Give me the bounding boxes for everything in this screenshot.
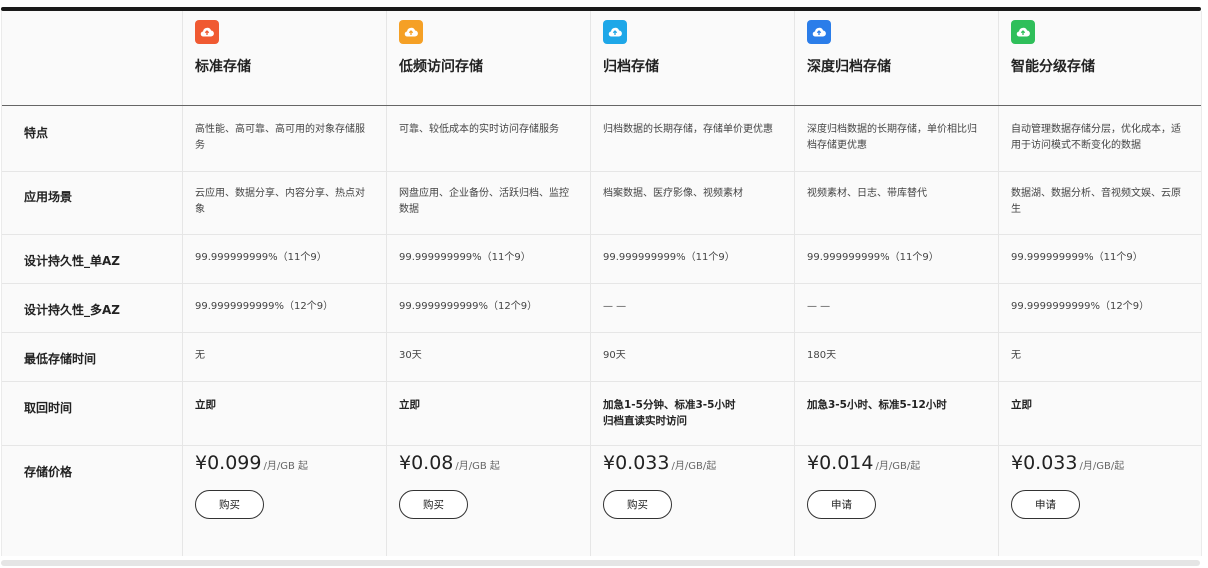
row-divider: [2, 234, 1201, 235]
cell-scenario: 档案数据、医疗影像、视频素材: [603, 188, 743, 199]
cell-scenario: 数据湖、数据分析、音视频文娱、云原生: [1011, 188, 1181, 215]
price-unit: /月/GB/起: [1079, 461, 1125, 472]
cell-durability-single: 99.999999999%（11个9）: [603, 252, 735, 263]
cell-durability-single: 99.999999999%（11个9）: [195, 252, 327, 263]
price-amount: ¥0.08: [399, 452, 454, 474]
cell-retrieval: 立即: [195, 399, 216, 411]
cell-durability-multi: 99.9999999999%（12个9）: [1011, 301, 1150, 312]
row-label-retrieval: 取回时间: [24, 401, 73, 415]
product-header-standard: 标准存储: [195, 20, 251, 76]
price-unit: /月/GB/起: [875, 461, 921, 472]
cell-min-time: 无: [1011, 350, 1021, 361]
price: ¥0.033/月/GB/起: [603, 452, 716, 474]
cell-durability-multi: — —: [603, 301, 627, 312]
cell-feature: 自动管理数据存储分层，优化成本，适用于访问模式不断变化的数据: [1011, 124, 1181, 151]
product-header-archive: 归档存储: [603, 20, 659, 76]
price: ¥0.099/月/GB 起: [195, 452, 308, 474]
cell-min-time: 180天: [807, 350, 837, 361]
cell-retrieval: 加急3-5小时、标准5-12小时: [807, 399, 947, 411]
price-amount: ¥0.099: [195, 452, 262, 474]
cloud-upload-icon: [807, 20, 831, 44]
row-divider: [2, 381, 1201, 382]
row-divider: [2, 332, 1201, 333]
cell-durability-multi: — —: [807, 301, 831, 312]
product-name: 归档存储: [603, 59, 659, 75]
price-unit: /月/GB 起: [263, 461, 309, 472]
cell-feature: 归档数据的长期存储，存储单价更优惠: [603, 124, 773, 135]
row-divider: [2, 283, 1201, 284]
price: ¥0.033/月/GB/起: [1011, 452, 1124, 474]
buy-button[interactable]: 购买: [399, 490, 468, 519]
cell-durability-single: 99.999999999%（11个9）: [807, 252, 939, 263]
row-label-min-time: 最低存储时间: [24, 352, 97, 366]
storage-comparison-table: [1, 11, 1202, 556]
price-amount: ¥0.033: [603, 452, 670, 474]
product-header-infrequent: 低频访问存储: [399, 20, 483, 76]
cell-durability-multi: 99.9999999999%（12个9）: [195, 301, 334, 312]
horizontal-scrollbar[interactable]: [1, 560, 1200, 566]
apply-button[interactable]: 申请: [1011, 490, 1080, 519]
cell-feature: 可靠、较低成本的实时访问存储服务: [399, 124, 559, 135]
apply-button[interactable]: 申请: [807, 490, 876, 519]
cloud-upload-icon: [399, 20, 423, 44]
row-label-scenario: 应用场景: [24, 190, 73, 204]
row-divider: [2, 445, 1201, 446]
product-header-intelligent: 智能分级存储: [1011, 20, 1095, 76]
price-amount: ¥0.033: [1011, 452, 1078, 474]
product-header-deep-archive: 深度归档存储: [807, 20, 891, 76]
cell-scenario: 视频素材、日志、带库替代: [807, 188, 927, 199]
row-divider: [2, 171, 1201, 172]
cell-durability-single: 99.999999999%（11个9）: [1011, 252, 1143, 263]
cell-durability-multi: 99.9999999999%（12个9）: [399, 301, 538, 312]
cell-retrieval: 立即: [1011, 399, 1032, 411]
cloud-upload-icon: [1011, 20, 1035, 44]
cell-retrieval: 立即: [399, 399, 420, 411]
header-divider: [2, 105, 1201, 106]
cell-feature: 高性能、高可靠、高可用的对象存储服务: [195, 124, 365, 151]
cell-min-time: 30天: [399, 350, 422, 361]
cell-durability-single: 99.999999999%（11个9）: [399, 252, 531, 263]
cloud-upload-icon: [195, 20, 219, 44]
price: ¥0.08/月/GB 起: [399, 452, 500, 474]
price-unit: /月/GB 起: [455, 461, 500, 472]
cell-retrieval: 加急1-5分钟、标准3-5小时 归档直读实时访问: [603, 399, 736, 427]
buy-button[interactable]: 购买: [195, 490, 264, 519]
price-unit: /月/GB/起: [671, 461, 717, 472]
product-name: 低频访问存储: [399, 59, 483, 75]
cell-min-time: 无: [195, 350, 205, 361]
buy-button[interactable]: 购买: [603, 490, 672, 519]
row-label-feature: 特点: [24, 126, 49, 140]
cell-scenario: 云应用、数据分享、内容分享、热点对象: [195, 188, 365, 215]
cell-scenario: 网盘应用、企业备份、活跃归档、监控数据: [399, 188, 569, 215]
product-name: 智能分级存储: [1011, 59, 1095, 75]
product-name: 深度归档存储: [807, 59, 891, 75]
product-name: 标准存储: [195, 59, 251, 75]
row-label-durability-multi: 设计持久性_多AZ: [24, 303, 120, 317]
cell-min-time: 90天: [603, 350, 626, 361]
price: ¥0.014/月/GB/起: [807, 452, 920, 474]
row-label-durability-single: 设计持久性_单AZ: [24, 254, 120, 268]
row-label-price: 存储价格: [24, 465, 73, 479]
price-amount: ¥0.014: [807, 452, 874, 474]
cloud-upload-icon: [603, 20, 627, 44]
cell-feature: 深度归档数据的长期存储，单价相比归档存储更优惠: [807, 124, 977, 151]
